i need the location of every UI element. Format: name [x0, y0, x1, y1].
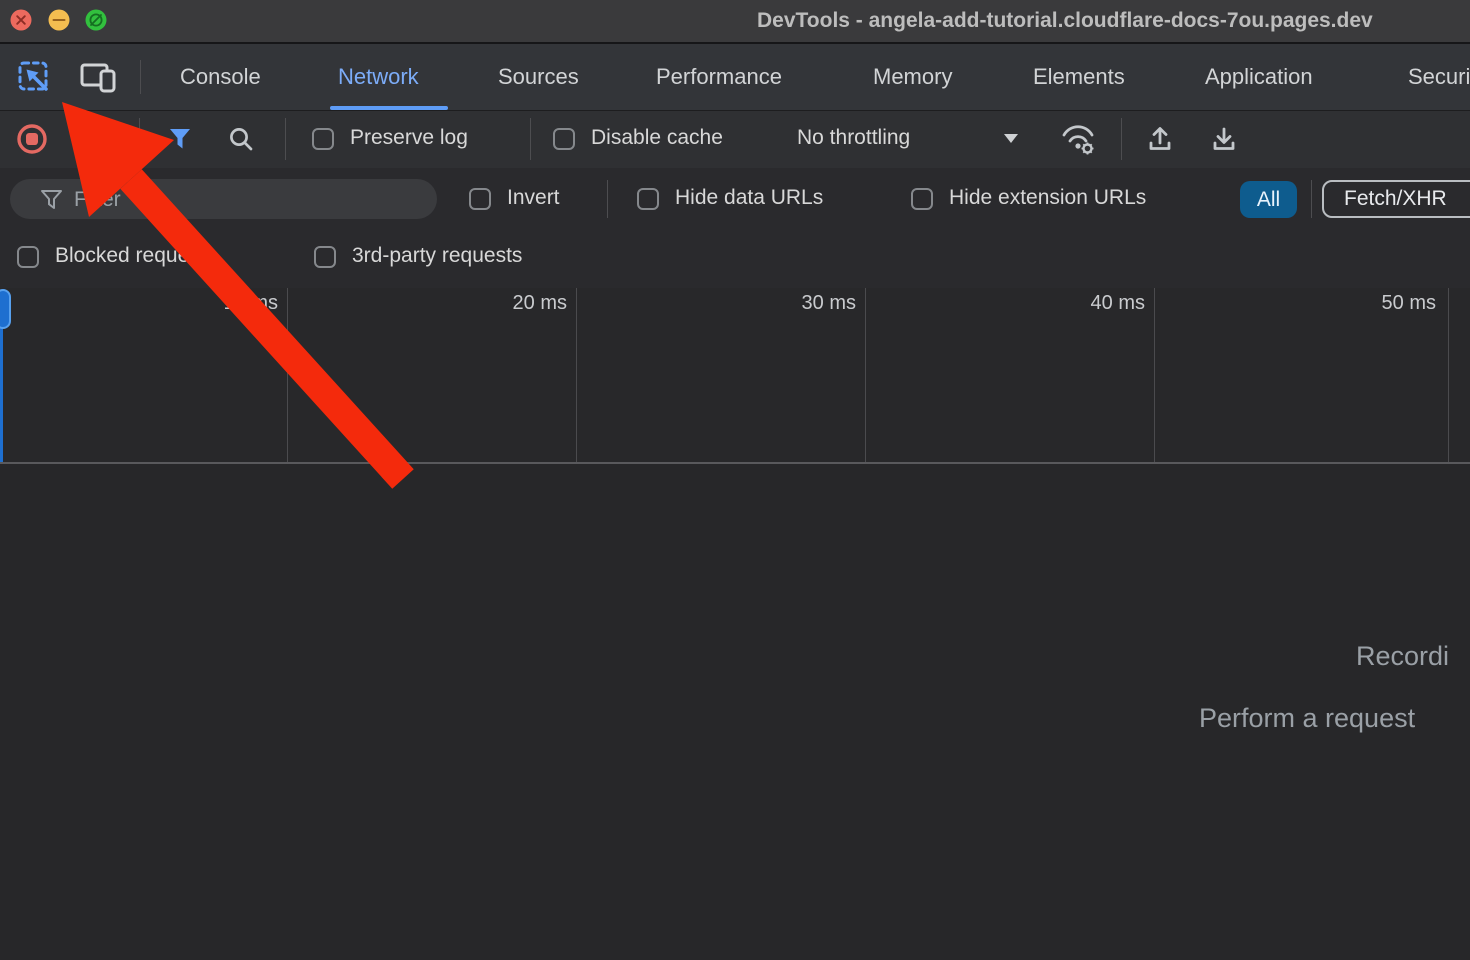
zoom-button[interactable]: [86, 10, 107, 31]
inspect-element-icon[interactable]: [17, 60, 51, 94]
device-toolbar-icon[interactable]: [78, 60, 118, 94]
tab-sources[interactable]: Sources: [498, 64, 579, 90]
third-party-requests-checkbox[interactable]: [314, 246, 336, 268]
tab-application[interactable]: Application: [1205, 64, 1313, 90]
blocked-requests-label: Blocked requests: [55, 244, 216, 268]
overview-gridline: [865, 288, 866, 462]
devtools-window: DevTools - angela-add-tutorial.cloudflar…: [0, 0, 1470, 960]
overview-gridline: [1448, 288, 1449, 462]
import-har-icon[interactable]: [1144, 123, 1176, 155]
overview-gridline: [287, 288, 288, 462]
toolbar-divider: [530, 118, 531, 160]
overview-selection-line: [0, 328, 3, 462]
preserve-log-label: Preserve log: [350, 126, 468, 150]
tab-console[interactable]: Console: [180, 64, 261, 90]
disable-cache-label: Disable cache: [591, 126, 723, 150]
hide-extension-urls-label: Hide extension URLs: [949, 186, 1146, 210]
tab-memory[interactable]: Memory: [873, 64, 952, 90]
tab-elements[interactable]: Elements: [1033, 64, 1125, 90]
tabbar-divider: [140, 60, 141, 94]
toolbar-divider: [1121, 118, 1122, 160]
overview-gridline: [576, 288, 577, 462]
throttling-value: No throttling: [797, 126, 910, 150]
request-type-chip-all[interactable]: All: [1240, 181, 1297, 218]
network-toolbar: [0, 110, 1470, 168]
traffic-lights: [10, 9, 108, 31]
filter-row-secondary: [0, 228, 1470, 288]
empty-state-recording-text: Recordi: [1356, 641, 1449, 672]
filter-divider: [1311, 180, 1312, 218]
export-har-icon[interactable]: [1208, 123, 1240, 155]
overview-tick-30ms: 30 ms: [756, 292, 856, 315]
overview-tick-50ms: 50 ms: [1336, 292, 1436, 315]
invert-checkbox[interactable]: [469, 188, 491, 210]
filter-field[interactable]: [10, 179, 437, 219]
minimize-button[interactable]: [49, 10, 70, 31]
tab-network[interactable]: Network: [338, 64, 419, 90]
preserve-log-checkbox[interactable]: [312, 128, 334, 150]
toolbar-divider: [139, 118, 140, 160]
hide-data-urls-checkbox[interactable]: [637, 188, 659, 210]
window-title: DevTools - angela-add-tutorial.cloudflar…: [757, 9, 1373, 33]
third-party-requests-label: 3rd-party requests: [352, 244, 522, 268]
funnel-outline-icon: [40, 189, 63, 210]
filter-toggle-icon[interactable]: [168, 128, 192, 150]
clear-icon[interactable]: [73, 126, 101, 154]
empty-state-hint-text: Perform a request: [1199, 703, 1415, 734]
record-button[interactable]: [15, 122, 49, 156]
network-conditions-icon[interactable]: [1058, 122, 1098, 156]
overview-tick-10ms: 10 ms: [178, 292, 278, 315]
blocked-requests-checkbox[interactable]: [17, 246, 39, 268]
hide-data-urls-label: Hide data URLs: [675, 186, 823, 210]
filter-input[interactable]: [72, 183, 426, 217]
toolbar-divider: [285, 118, 286, 160]
invert-label: Invert: [507, 186, 560, 210]
request-type-chip-fetch-xhr[interactable]: Fetch/XHR: [1322, 180, 1470, 218]
overview-tick-40ms: 40 ms: [1045, 292, 1145, 315]
overview-tick-20ms: 20 ms: [467, 292, 567, 315]
search-icon[interactable]: [228, 126, 254, 153]
hide-extension-urls-checkbox[interactable]: [911, 188, 933, 210]
tab-performance[interactable]: Performance: [656, 64, 782, 90]
disable-cache-checkbox[interactable]: [553, 128, 575, 150]
overview-gridline: [1154, 288, 1155, 462]
overview-drag-handle[interactable]: [0, 289, 11, 329]
close-button[interactable]: [11, 10, 32, 31]
caret-down-icon: [1003, 133, 1019, 144]
tab-security[interactable]: Security: [1408, 64, 1470, 90]
filter-divider: [607, 180, 608, 218]
gear-icon: [1082, 143, 1094, 155]
